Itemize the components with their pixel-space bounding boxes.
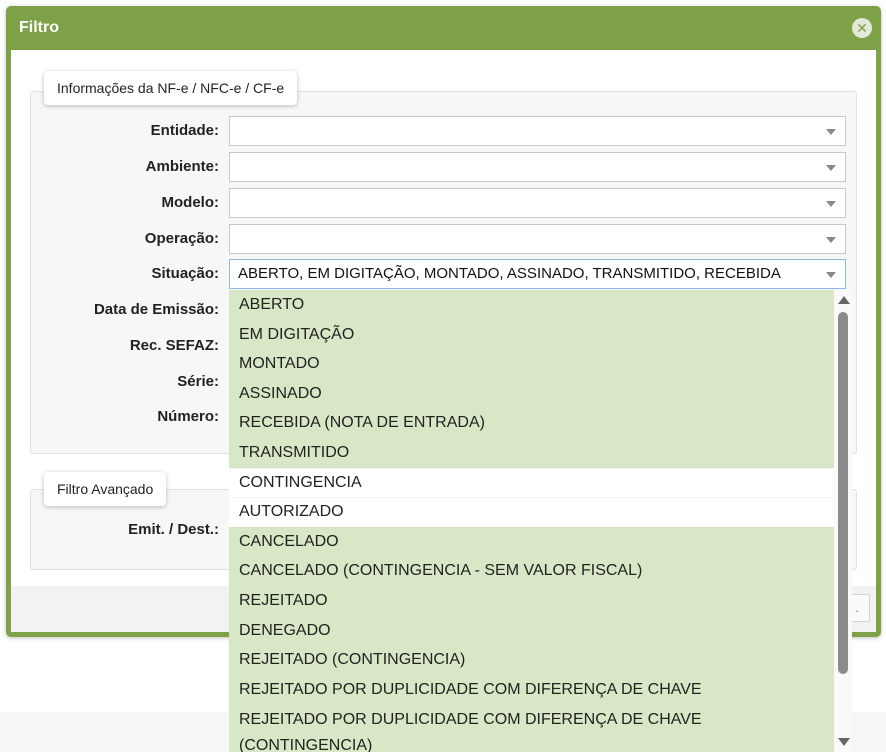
- operacao-select[interactable]: [229, 224, 846, 254]
- option-contingencia[interactable]: CONTINGENCIA: [229, 468, 834, 499]
- advanced-filter-legend: Filtro Avançado: [44, 472, 167, 506]
- option-cancelado[interactable]: CANCELADO: [229, 526, 834, 558]
- emit-dest-label: Emit. / Dest.:: [128, 521, 219, 538]
- entidade-label: Entidade:: [150, 122, 219, 139]
- option-rejeitado-duplicidade[interactable]: REJEITADO POR DUPLICIDADE COM DIFERENÇA …: [229, 674, 834, 706]
- option-assinado[interactable]: ASSINADO: [229, 378, 834, 410]
- data-emissao-label: Data de Emissão:: [93, 301, 219, 318]
- option-em-digitacao[interactable]: EM DIGITAÇÃO: [229, 319, 834, 351]
- option-rejeitado[interactable]: REJEITADO: [229, 586, 834, 617]
- situacao-select[interactable]: ABERTO, EM DIGITAÇÃO, MONTADO, ASSINADO,…: [229, 259, 846, 289]
- scroll-down-icon[interactable]: [838, 738, 850, 746]
- situacao-dropdown: ABERTO EM DIGITAÇÃO MONTADO ASSINADO REC…: [229, 290, 852, 752]
- chevron-down-icon: [826, 201, 836, 207]
- option-rejeitado-contingencia[interactable]: REJEITADO (CONTINGENCIA): [229, 645, 834, 676]
- ambiente-label: Ambiente:: [145, 158, 219, 175]
- chevron-down-icon: [826, 129, 836, 135]
- dialog-titlebar: Filtro ✕: [11, 6, 876, 50]
- modelo-label: Modelo:: [161, 194, 220, 211]
- serie-label: Série:: [177, 373, 219, 390]
- numero-label: Número:: [157, 408, 219, 425]
- entidade-select[interactable]: [229, 116, 846, 146]
- scroll-up-icon[interactable]: [838, 296, 850, 304]
- option-rejeitado-duplicidade-contingencia[interactable]: REJEITADO POR DUPLICIDADE COM DIFERENÇA …: [229, 704, 834, 752]
- nfe-info-legend: Informações da NF-e / NFC-e / CF-e: [44, 71, 298, 105]
- dialog-title: Filtro: [19, 19, 59, 36]
- close-icon[interactable]: ✕: [852, 18, 872, 38]
- chevron-down-icon: [826, 237, 836, 243]
- option-aberto[interactable]: ABERTO: [229, 290, 834, 321]
- option-montado[interactable]: MONTADO: [229, 349, 834, 380]
- option-recebida[interactable]: RECEBIDA (NOTA DE ENTRADA): [229, 408, 834, 439]
- chevron-down-icon: [826, 165, 836, 171]
- rec-sefaz-label: Rec. SEFAZ:: [129, 337, 219, 354]
- chevron-down-icon: [826, 272, 836, 278]
- option-cancelado-contingencia[interactable]: CANCELADO (CONTINGENCIA - SEM VALOR FISC…: [229, 556, 834, 587]
- dropdown-scrollbar[interactable]: [834, 290, 852, 752]
- scrollbar-thumb[interactable]: [838, 312, 848, 674]
- option-transmitido[interactable]: TRANSMITIDO: [229, 438, 834, 469]
- situacao-label: Situação:: [151, 265, 219, 282]
- ambiente-select[interactable]: [229, 152, 846, 182]
- operacao-label: Operação:: [144, 230, 219, 247]
- option-autorizado[interactable]: AUTORIZADO: [229, 497, 834, 528]
- option-denegado[interactable]: DENEGADO: [229, 615, 834, 647]
- modelo-select[interactable]: [229, 188, 846, 218]
